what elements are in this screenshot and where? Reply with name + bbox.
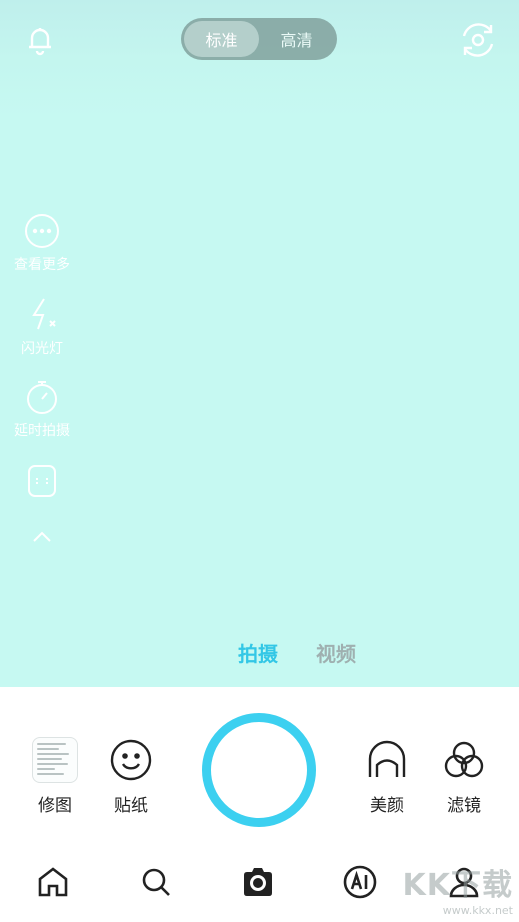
chevron-up-icon — [33, 531, 51, 542]
aspect-ratio-icon — [28, 465, 56, 497]
more-label: 查看更多 — [14, 257, 70, 273]
beauty-label: 美颜 — [370, 796, 404, 816]
watermark-url: www.kkx.net — [442, 904, 513, 917]
timer-icon — [27, 381, 57, 414]
collapse-tools[interactable] — [0, 518, 84, 556]
camera-controls: 修图 贴纸 美颜 滤镜 — [0, 687, 519, 837]
face-icon — [368, 740, 406, 777]
more-icon — [25, 214, 59, 248]
more-tool[interactable]: 查看更多 — [0, 212, 84, 274]
flash-off-icon — [32, 298, 56, 330]
camera-icon — [244, 868, 272, 896]
sticker-button[interactable]: 贴纸 — [96, 737, 166, 816]
search-icon — [142, 868, 170, 896]
nav-camera[interactable] — [240, 864, 280, 904]
flash-label: 闪光灯 — [21, 341, 63, 357]
camera-viewfinder[interactable]: 标准 高清 查看更多 闪光灯 延时拍摄 拍摄 视频 — [0, 0, 519, 687]
mode-tabs: 拍摄 视频 — [0, 638, 519, 670]
aspect-ratio-tool[interactable] — [0, 462, 84, 500]
bell-icon[interactable] — [20, 20, 60, 60]
quality-toggle[interactable]: 标准 高清 — [181, 18, 337, 60]
watermark: KK下载 www.kkx.net — [403, 860, 514, 917]
nav-search[interactable] — [138, 864, 178, 904]
filter-button[interactable]: 滤镜 — [429, 737, 499, 816]
tab-video[interactable]: 视频 — [316, 638, 356, 667]
quality-option-standard[interactable]: 标准 — [184, 21, 259, 57]
ai-icon — [343, 865, 377, 899]
nav-ai[interactable] — [342, 864, 382, 904]
home-icon — [38, 867, 68, 897]
switch-camera-icon[interactable] — [458, 20, 498, 60]
timer-label: 延时拍摄 — [14, 423, 70, 439]
gallery-thumbnail — [32, 737, 78, 783]
watermark-main: KK下载 — [402, 868, 513, 903]
filter-circles-icon — [444, 741, 484, 778]
edit-label: 修图 — [38, 796, 72, 816]
timer-tool[interactable]: 延时拍摄 — [0, 378, 84, 440]
quality-option-hd[interactable]: 高清 — [259, 21, 334, 57]
smiley-icon — [110, 739, 152, 781]
filter-label: 滤镜 — [447, 796, 481, 816]
sticker-label: 贴纸 — [114, 796, 148, 816]
nav-home[interactable] — [35, 864, 75, 904]
flash-tool[interactable]: 闪光灯 — [0, 296, 84, 358]
tab-photo[interactable]: 拍摄 — [238, 638, 278, 667]
shutter-button[interactable] — [202, 713, 316, 827]
beauty-button[interactable]: 美颜 — [352, 737, 422, 816]
edit-button[interactable]: 修图 — [20, 737, 90, 816]
